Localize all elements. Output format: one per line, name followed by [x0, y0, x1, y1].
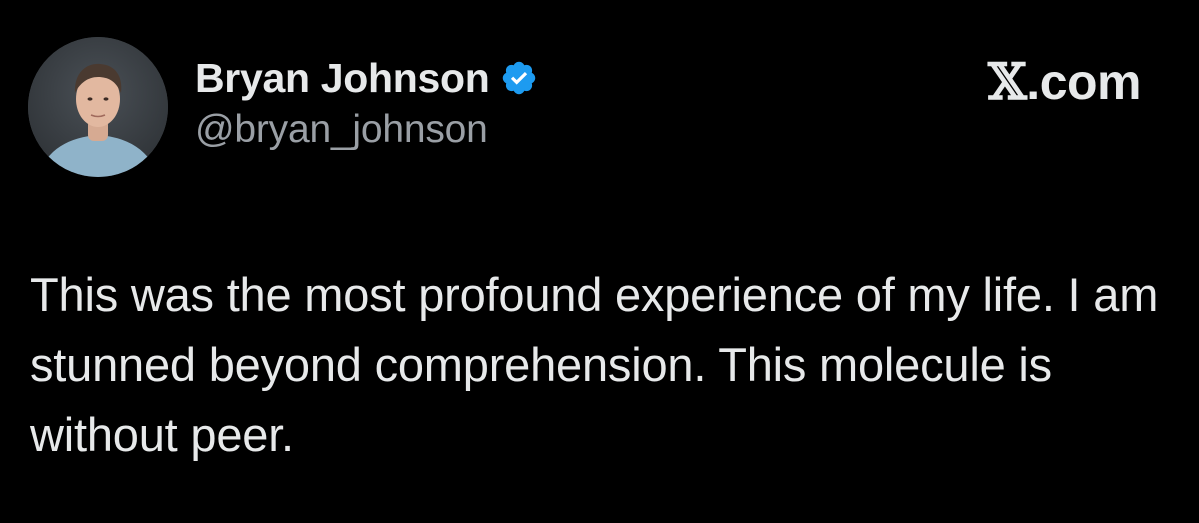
avatar[interactable] — [28, 37, 168, 177]
brand-suffix: .com — [1026, 54, 1141, 110]
author-name-row: Bryan Johnson — [195, 52, 538, 104]
author-name[interactable]: Bryan Johnson — [195, 55, 490, 102]
profile-photo-icon — [28, 37, 168, 177]
x-com-logo: 𝕏.com — [988, 52, 1141, 112]
x-logo-icon: 𝕏 — [988, 52, 1027, 111]
author-block: Bryan Johnson @bryan_johnson — [195, 52, 538, 152]
verified-badge-icon — [500, 59, 538, 97]
tweet-text: This was the most profound experience of… — [30, 268, 1159, 461]
tweet-card: Bryan Johnson @bryan_johnson 𝕏.com This … — [0, 0, 1199, 523]
author-handle[interactable]: @bryan_johnson — [195, 108, 538, 152]
